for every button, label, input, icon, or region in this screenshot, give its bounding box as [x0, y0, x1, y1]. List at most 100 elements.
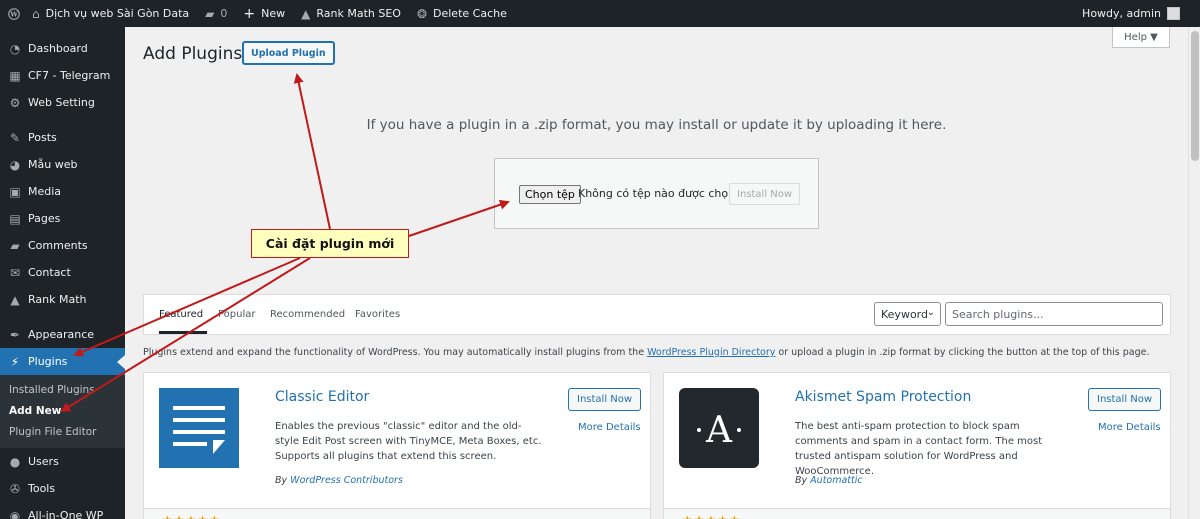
admin-bar: W ⌂ Dịch vụ web Sài Gòn Data ▰ 0 + New ▲… [0, 0, 1200, 27]
plugin-card-footer: ★★★★★ [664, 508, 1170, 519]
submenu-item-plugin-file-editor[interactable]: Plugin File Editor [0, 421, 125, 442]
intro-text-before: Plugins extend and expand the functional… [143, 347, 648, 358]
comment-bubble-icon: ▰ [205, 6, 215, 21]
plugin-author-link[interactable]: WordPress Contributors [290, 475, 403, 486]
sidebar-item-all-in-one-wp[interactable]: ◉ All-in-One WP [0, 502, 125, 519]
sidebar-item-label: Rank Math [28, 293, 87, 306]
sidebar-item-label: Web Setting [28, 96, 95, 109]
install-now-button[interactable]: Install Now [568, 388, 642, 411]
wrench-icon: ✇ [9, 481, 21, 496]
brush-icon: ✒ [9, 327, 21, 342]
site-name-link[interactable]: ⌂ Dịch vụ web Sài Gòn Data [24, 0, 197, 27]
comment-icon: ▰ [10, 238, 20, 253]
annotation-callout: Cài đặt plugin mới [251, 229, 409, 258]
plugin-card-footer: ★★★★★ [144, 508, 650, 519]
sidebar-item-appearance[interactable]: ✒ Appearance [0, 321, 125, 348]
wordpress-logo-icon[interactable]: W [0, 0, 24, 27]
sidebar-item-label: Comments [28, 239, 88, 252]
sidebar-item-pages[interactable]: ▤ Pages [0, 205, 125, 232]
comments-link[interactable]: ▰ 0 [197, 0, 235, 27]
search-plugins-input[interactable] [945, 302, 1163, 326]
sidebar-item-rank-math[interactable]: ▲ Rank Math [0, 286, 125, 313]
choose-file-button[interactable]: Chọn tệp [519, 185, 581, 204]
chart-icon: ▲ [10, 292, 20, 307]
sidebar-item-label: Posts [28, 131, 57, 144]
more-details-link[interactable]: More Details [1098, 422, 1161, 433]
sidebar-item-m-u-web[interactable]: ◕ Mẫu web [0, 151, 125, 178]
classic-editor-thumbnail[interactable] [159, 388, 239, 468]
sidebar-item-tools[interactable]: ✇ Tools [0, 475, 125, 502]
plugin-name[interactable]: Classic Editor [275, 389, 369, 405]
search-type-value: Keyword [881, 307, 928, 321]
sidebar-item-media[interactable]: ▣ Media [0, 178, 125, 205]
pages-icon: ▤ [9, 211, 21, 226]
plugin-card-akismet: A Akismet Spam Protection The best anti-… [663, 372, 1171, 519]
author-prefix: By [795, 475, 811, 486]
new-label: New [261, 7, 286, 20]
plugin-directory-link[interactable]: WordPress Plugin Directory [647, 347, 775, 358]
gear-icon: ⚙ [9, 95, 21, 110]
sidebar-item-label: Mẫu web [28, 158, 78, 171]
comments-count: 0 [220, 7, 228, 20]
account-menu[interactable]: Howdy, admin [1074, 0, 1200, 27]
sidebar-item-comments[interactable]: ▰ Comments [0, 232, 125, 259]
plugin-author-line: By WordPress Contributors [275, 475, 403, 486]
rankmath-link[interactable]: ▲ Rank Math SEO [293, 0, 409, 27]
plugins-intro-text: Plugins extend and expand the functional… [143, 347, 1150, 358]
chevron-down-icon: ⌄ [926, 307, 935, 318]
plugin-description: The best anti-spam protection to block s… [795, 421, 1043, 477]
sidebar-item-label: Dashboard [28, 42, 88, 55]
upload-plugin-button[interactable]: Upload Plugin [243, 42, 334, 64]
submenu-item-installed-plugins[interactable]: Installed Plugins [0, 379, 125, 400]
sidebar-item-dashboard[interactable]: ◔ Dashboard [0, 35, 125, 62]
tab-featured[interactable]: Featured [159, 309, 208, 334]
plus-icon: + [243, 5, 256, 22]
submenu-item-add-new[interactable]: Add New [0, 400, 125, 421]
help-tab-button[interactable]: Help ▼ [1112, 27, 1170, 48]
install-now-upload-button[interactable]: Install Now [729, 183, 801, 205]
tab-recommended[interactable]: Recommended [270, 309, 345, 320]
sidebar-item-contact[interactable]: ✉ Contact [0, 259, 125, 286]
home-icon: ⌂ [32, 6, 40, 21]
scrollbar-thumb[interactable] [1191, 31, 1199, 161]
sidebar-item-label: Users [28, 455, 59, 468]
rating-stars-icon: ★★★★★ [162, 513, 221, 519]
upload-message: If you have a plugin in a .zip format, y… [366, 117, 947, 133]
avatar [1167, 7, 1180, 20]
akismet-thumbnail[interactable]: A [679, 388, 759, 468]
plugin-icon: ⚡ [10, 354, 20, 369]
sidebar-item-users[interactable]: ● Users [0, 448, 125, 475]
sidebar-item-plugins[interactable]: ⚡ Plugins [0, 348, 125, 375]
sidebar-item-label: All-in-One WP [28, 509, 104, 519]
svg-text:A: A [705, 410, 733, 451]
delete-cache-link[interactable]: ❂ Delete Cache [409, 0, 515, 27]
palette-icon: ◕ [9, 157, 21, 172]
sidebar-item-posts[interactable]: ✎ Posts [0, 124, 125, 151]
new-content-link[interactable]: + New [235, 0, 293, 27]
install-now-button[interactable]: Install Now [1088, 388, 1162, 411]
pin-icon: ✎ [9, 130, 21, 145]
tab-favorites[interactable]: Favorites [355, 309, 400, 320]
plugin-card-classic-editor: Classic Editor Enables the previous "cla… [143, 372, 651, 519]
sidebar-item-label: Appearance [28, 328, 95, 341]
search-type-select[interactable]: Keyword ⌄ [874, 302, 941, 326]
rating-stars-icon: ★★★★★ [682, 513, 741, 519]
plugin-description: Enables the previous "classic" editor an… [275, 421, 542, 462]
more-details-link[interactable]: More Details [578, 422, 641, 433]
sidebar-item-web-setting[interactable]: ⚙ Web Setting [0, 89, 125, 116]
sidebar-item-label: Pages [28, 212, 61, 225]
page-scrollbar[interactable] [1188, 27, 1200, 519]
migration-icon: ◉ [9, 508, 21, 519]
tab-popular[interactable]: Popular [218, 309, 256, 320]
sidebar-item-label: CF7 - Telegram [28, 69, 111, 82]
sidebar-item-cf7-telegram[interactable]: ▦ CF7 - Telegram [0, 62, 125, 89]
plugin-author-link[interactable]: Automattic [810, 475, 862, 486]
media-icon: ▣ [9, 184, 21, 199]
delete-cache-label: Delete Cache [433, 7, 507, 20]
svg-text:W: W [9, 10, 18, 18]
sidebar-item-label: Media [28, 185, 62, 198]
dashboard-icon: ◔ [9, 41, 21, 56]
intro-text-after: or upload a plugin in .zip format by cli… [775, 347, 1150, 358]
upload-form: Chọn tệp Không có tệp nào được chọn Inst… [494, 158, 819, 229]
plugin-name[interactable]: Akismet Spam Protection [795, 389, 971, 405]
